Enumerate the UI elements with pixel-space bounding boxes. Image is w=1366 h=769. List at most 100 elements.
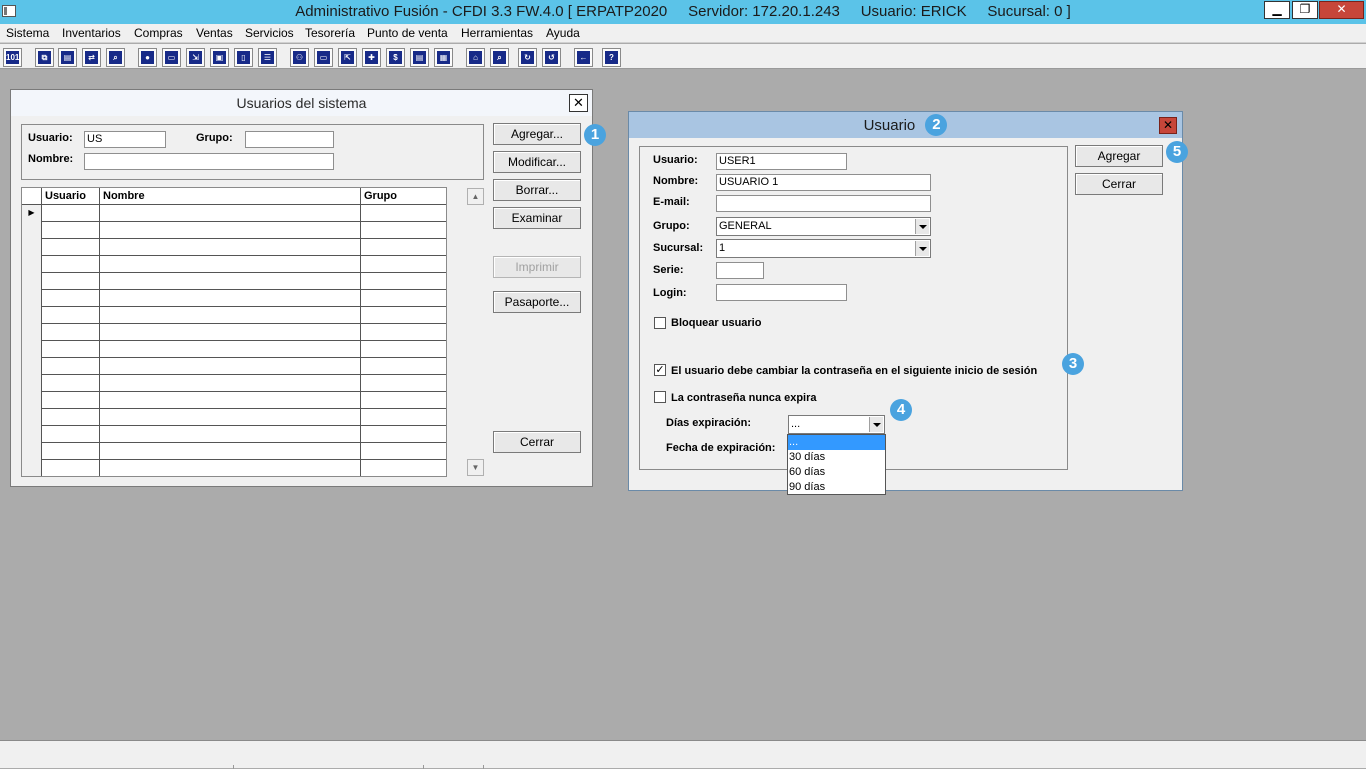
document-icon[interactable]: ▯ xyxy=(234,48,253,67)
table-cell[interactable] xyxy=(42,392,100,409)
table-cell[interactable] xyxy=(361,392,446,409)
minimize-button[interactable]: ▁ xyxy=(1264,1,1290,19)
column-nombre[interactable]: Nombre xyxy=(100,188,361,205)
table-cell[interactable] xyxy=(361,324,446,341)
table-row[interactable] xyxy=(22,273,446,290)
table-cell[interactable] xyxy=(42,307,100,324)
table-cell[interactable] xyxy=(42,256,100,273)
scroll-up-icon[interactable]: ▲ xyxy=(467,188,484,205)
table-cell[interactable] xyxy=(361,307,446,324)
row-selector[interactable] xyxy=(22,426,42,443)
row-selector[interactable] xyxy=(22,409,42,426)
table-cell[interactable] xyxy=(42,205,100,222)
login-input[interactable] xyxy=(716,284,847,301)
grupo-filter-input[interactable] xyxy=(245,131,334,148)
table-row[interactable] xyxy=(22,307,446,324)
table-row[interactable] xyxy=(22,358,446,375)
table-cell[interactable] xyxy=(100,443,361,460)
column-grupo[interactable]: Grupo xyxy=(361,188,446,205)
table-cell[interactable] xyxy=(42,426,100,443)
folder-icon[interactable]: ▭ xyxy=(162,48,181,67)
copy-icon[interactable]: ⧉ xyxy=(35,48,54,67)
close-usuario-dialog-button[interactable]: ✕ xyxy=(1159,117,1177,134)
menu-inventarios[interactable]: Inventarios xyxy=(62,26,121,40)
find-icon[interactable]: ⌕ xyxy=(490,48,509,67)
table-row[interactable] xyxy=(22,239,446,256)
table-cell[interactable] xyxy=(361,443,446,460)
row-selector[interactable] xyxy=(22,256,42,273)
agregar-usuario-button[interactable]: Agregar... xyxy=(493,123,581,145)
dias-option[interactable]: 60 días xyxy=(788,465,885,480)
table-cell[interactable] xyxy=(42,239,100,256)
users-grid[interactable]: Usuario Nombre Grupo ▶ xyxy=(21,187,447,477)
row-selector[interactable] xyxy=(22,273,42,290)
dias-option[interactable]: 90 días xyxy=(788,480,885,495)
close-app-button[interactable]: ✕ xyxy=(1319,1,1364,19)
table-cell[interactable] xyxy=(100,290,361,307)
menu-tesoreria[interactable]: Tesorería xyxy=(305,26,355,40)
swap-icon[interactable]: ⇄ xyxy=(82,48,101,67)
table-cell[interactable] xyxy=(361,239,446,256)
row-selector[interactable] xyxy=(22,239,42,256)
examinar-button[interactable]: Examinar xyxy=(493,207,581,229)
menu-ayuda[interactable]: Ayuda xyxy=(546,26,580,40)
table-cell[interactable] xyxy=(42,273,100,290)
undo-icon[interactable]: ↺ xyxy=(542,48,561,67)
table-row[interactable] xyxy=(22,426,446,443)
table-icon[interactable]: ▦ xyxy=(434,48,453,67)
table-cell[interactable] xyxy=(100,222,361,239)
cerrar-usuarios-button[interactable]: Cerrar xyxy=(493,431,581,453)
column-usuario[interactable]: Usuario xyxy=(42,188,100,205)
usuario-input[interactable]: USER1 xyxy=(716,153,847,170)
modificar-button[interactable]: Modificar... xyxy=(493,151,581,173)
scroll-down-icon[interactable]: ▼ xyxy=(467,459,484,476)
table-cell[interactable] xyxy=(42,409,100,426)
table-cell[interactable] xyxy=(100,205,361,222)
list-icon[interactable]: ☰ xyxy=(258,48,277,67)
home-icon[interactable]: ⌂ xyxy=(466,48,485,67)
table-row[interactable] xyxy=(22,392,446,409)
table-cell[interactable] xyxy=(42,341,100,358)
chevron-down-icon[interactable] xyxy=(869,417,883,432)
serie-input[interactable] xyxy=(716,262,764,279)
chevron-down-icon[interactable] xyxy=(915,241,929,256)
cerrar-button[interactable]: Cerrar xyxy=(1075,173,1163,195)
table-cell[interactable] xyxy=(100,307,361,324)
row-selector[interactable] xyxy=(22,375,42,392)
pasaporte-button[interactable]: Pasaporte... xyxy=(493,291,581,313)
table-cell[interactable] xyxy=(361,341,446,358)
table-cell[interactable] xyxy=(42,290,100,307)
table-cell[interactable] xyxy=(100,375,361,392)
agregar-button[interactable]: Agregar xyxy=(1075,145,1163,167)
clipboard-icon[interactable]: ▤ xyxy=(58,48,77,67)
export-icon[interactable]: ⇲ xyxy=(186,48,205,67)
table-cell[interactable] xyxy=(361,273,446,290)
back-icon[interactable]: ← xyxy=(574,48,593,67)
grid-scrollbar[interactable]: ▲ ▼ xyxy=(467,188,484,476)
chevron-down-icon[interactable] xyxy=(915,219,929,234)
table-cell[interactable] xyxy=(42,222,100,239)
table-cell[interactable] xyxy=(361,256,446,273)
table-cell[interactable] xyxy=(42,460,100,476)
menu-herramientas[interactable]: Herramientas xyxy=(461,26,533,40)
maximize-button[interactable]: ❐ xyxy=(1292,1,1318,19)
row-selector[interactable] xyxy=(22,392,42,409)
nombre-filter-input[interactable] xyxy=(84,153,334,170)
table-row[interactable]: ▶ xyxy=(22,205,446,222)
email-input[interactable] xyxy=(716,195,931,212)
refresh-icon[interactable]: ↻ xyxy=(518,48,537,67)
table-cell[interactable] xyxy=(100,324,361,341)
table-row[interactable] xyxy=(22,290,446,307)
table-cell[interactable] xyxy=(100,341,361,358)
table-row[interactable] xyxy=(22,324,446,341)
close-usuarios-button[interactable]: ✕ xyxy=(569,94,588,112)
table-cell[interactable] xyxy=(100,392,361,409)
add-icon[interactable]: ✚ xyxy=(362,48,381,67)
table-cell[interactable] xyxy=(100,239,361,256)
table-cell[interactable] xyxy=(361,426,446,443)
table-row[interactable] xyxy=(22,443,446,460)
menu-sistema[interactable]: Sistema xyxy=(6,26,49,40)
table-cell[interactable] xyxy=(100,426,361,443)
table-cell[interactable] xyxy=(361,222,446,239)
table-cell[interactable] xyxy=(42,358,100,375)
